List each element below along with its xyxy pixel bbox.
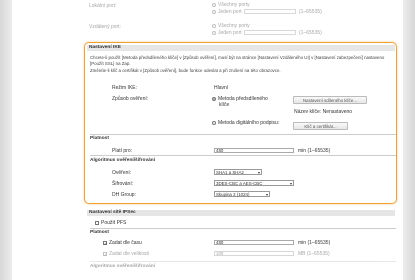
remote-port-range: (1–65535) — [299, 30, 322, 36]
divider — [90, 261, 396, 262]
remote-port-input[interactable] — [244, 30, 296, 35]
remote-all-ports-radio[interactable]: Všechny porty — [212, 23, 250, 29]
local-port-label: Lokální port: — [89, 3, 117, 9]
right-margin-shade — [403, 0, 415, 280]
time-input[interactable]: 480 — [214, 240, 294, 245]
local-port-range: (1–65535) — [299, 9, 322, 15]
specify-by-size-checkbox[interactable]: Zadat dle velikosti — [103, 251, 149, 257]
remote-single-port-radio[interactable]: Jeden port — [212, 30, 242, 36]
local-single-port-radio[interactable]: Jeden port — [212, 9, 242, 15]
ipsec-validity-heading: Platnost — [90, 230, 109, 235]
remote-port-label: Vzdálený port: — [89, 24, 121, 30]
left-margin-shade — [0, 0, 12, 280]
ipsec-algorithm-heading: Algoritmus ověření/šifrování — [90, 264, 156, 269]
size-input[interactable]: 100 — [214, 251, 294, 256]
local-all-ports-radio[interactable]: Všechny porty — [212, 2, 250, 8]
size-unit: MB (1–65535) — [298, 251, 330, 257]
divider — [90, 228, 396, 229]
time-unit: min (1–65535) — [298, 240, 331, 246]
specify-by-time-checkbox[interactable]: Zadat dle času — [103, 240, 142, 246]
ipsec-section-header: Nastavení sítě IPSec — [87, 210, 395, 216]
use-pfs-checkbox[interactable]: Použít PFS — [95, 220, 126, 226]
ike-settings-highlight-frame — [84, 42, 397, 204]
local-port-input[interactable] — [244, 9, 296, 14]
